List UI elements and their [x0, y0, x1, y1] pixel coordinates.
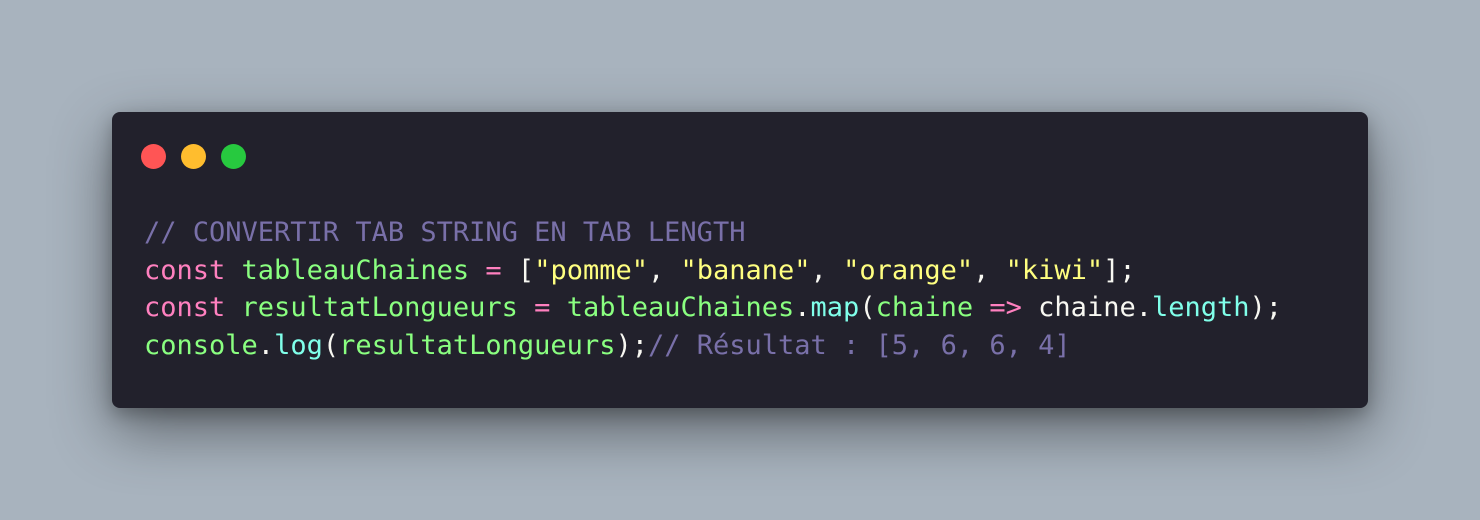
- code-token: map: [810, 292, 860, 323]
- code-token: tableauChaines: [566, 292, 795, 323]
- code-window: // CONVERTIR TAB STRING EN TAB LENGTH con…: [112, 112, 1368, 408]
- code-token: .: [1135, 292, 1152, 323]
- code-token: ,: [973, 254, 1006, 286]
- code-token: chaine: [1038, 292, 1136, 323]
- code-token: (: [322, 329, 340, 361]
- code-token: =>: [989, 292, 1022, 323]
- code-token: resultatLongueurs: [339, 329, 616, 361]
- code-token: resultatLongueurs: [241, 292, 518, 323]
- code-token: chaine: [875, 292, 974, 323]
- code-token: );: [1249, 292, 1283, 323]
- code-token: "banane": [680, 254, 811, 286]
- window-controls: [141, 144, 246, 169]
- code-token: const: [144, 254, 226, 286]
- code-token: ];: [1103, 254, 1136, 286]
- code-token: );: [615, 329, 648, 361]
- code-token: // Résultat : [5, 6, 6, 4]: [647, 329, 1071, 361]
- code-token: .: [794, 292, 811, 323]
- code-token: const: [144, 292, 226, 323]
- code-token: =: [534, 292, 551, 323]
- code-token: ,: [810, 254, 844, 286]
- code-token: // CONVERTIR TAB STRING EN TAB LENGTH: [144, 217, 746, 248]
- minimize-dot-icon[interactable]: [181, 144, 206, 169]
- code-line: console.log(resultatLongueurs);// Résult…: [144, 327, 1282, 365]
- code-line: const tableauChaines = ["pomme", "banane…: [144, 252, 1282, 290]
- code-token: tableauChaines: [241, 254, 470, 286]
- code-line: const resultatLongueurs = tableauChaines…: [144, 289, 1282, 327]
- code-block: // CONVERTIR TAB STRING EN TAB LENGTH con…: [144, 214, 1282, 364]
- code-token: "pomme": [534, 254, 648, 286]
- code-token: (: [859, 292, 876, 323]
- maximize-dot-icon[interactable]: [221, 144, 246, 169]
- code-token: length: [1151, 292, 1250, 323]
- code-token: "kiwi": [1005, 254, 1104, 286]
- code-token: [: [517, 254, 535, 286]
- code-token: ,: [647, 254, 681, 286]
- code-token: log: [274, 329, 323, 361]
- code-token: =: [485, 254, 502, 286]
- code-token: "orange": [843, 254, 974, 286]
- close-dot-icon[interactable]: [141, 144, 166, 169]
- code-line: // CONVERTIR TAB STRING EN TAB LENGTH: [144, 214, 1282, 252]
- code-token: console: [144, 329, 258, 361]
- code-token: .: [257, 329, 275, 361]
